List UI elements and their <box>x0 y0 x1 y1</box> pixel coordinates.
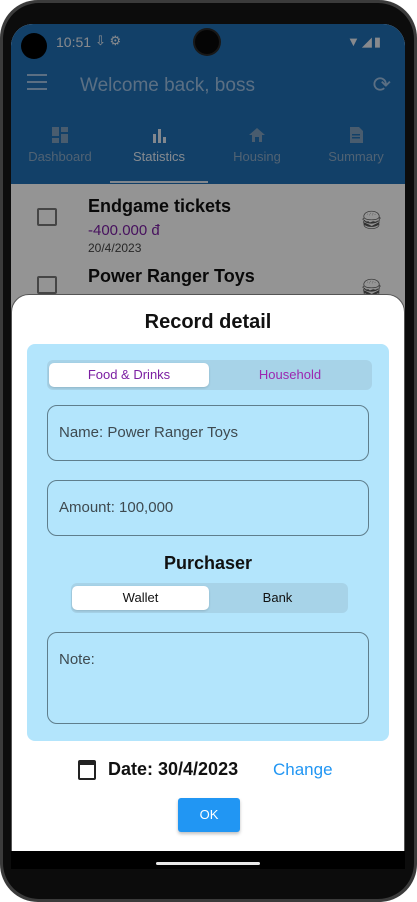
dialog-title: Record detail <box>144 311 272 333</box>
date-label: Date: 30/4/2023 <box>108 759 239 779</box>
purchaser-option-wallet[interactable]: Wallet <box>72 586 209 610</box>
calendar-icon <box>78 760 96 780</box>
category-option-food-drinks[interactable]: Food & Drinks <box>49 363 209 387</box>
name-field[interactable]: Name: Power Ranger Toys <box>47 405 369 461</box>
purchaser-option-bank[interactable]: Bank <box>209 586 346 610</box>
system-navigation-bar <box>11 851 405 869</box>
purchaser-segmented-control: Wallet Bank <box>71 583 348 613</box>
category-segmented-control: Food & Drinks Household <box>47 360 372 390</box>
note-field[interactable]: Note: <box>47 632 369 724</box>
amount-field[interactable]: Amount: 100,000 <box>47 480 369 536</box>
phone-frame: 10:51 ⇩ ⚙ ▼◢▮ Welcome back, boss ⟳ Dashb… <box>0 0 417 902</box>
category-option-household[interactable]: Household <box>211 363 369 387</box>
purchaser-heading: Purchaser <box>163 553 253 573</box>
record-detail-sheet: Record detail Food & Drinks Household Na… <box>11 294 405 854</box>
change-date-button[interactable]: Change <box>273 760 333 780</box>
home-gesture-handle[interactable] <box>156 862 260 865</box>
form-panel: Food & Drinks Household Name: Power Rang… <box>27 344 389 741</box>
app-screen: 10:51 ⇩ ⚙ ▼◢▮ Welcome back, boss ⟳ Dashb… <box>11 24 405 869</box>
ok-button[interactable]: OK <box>178 798 240 832</box>
